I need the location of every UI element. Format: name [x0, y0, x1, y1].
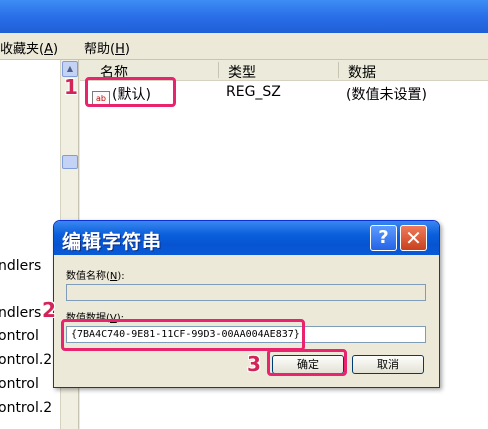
step-3-marker: 3	[247, 352, 261, 376]
column-header-data[interactable]: 数据	[348, 62, 376, 82]
value-data-cell: (数值未设置)	[346, 87, 427, 103]
step-2-marker: 2	[42, 298, 56, 322]
dialog-titlebar[interactable]: 编辑字符串 ? ✕	[54, 221, 439, 255]
window-titlebar	[0, 0, 488, 33]
help-button[interactable]: ?	[370, 225, 397, 251]
dialog-title: 编辑字符串	[62, 231, 163, 253]
tree-item[interactable]: ontrol.2	[0, 400, 52, 416]
close-button[interactable]: ✕	[400, 225, 427, 251]
menu-favorites[interactable]: 收藏夹(A)	[0, 38, 58, 57]
tree-item[interactable]: ontrol	[0, 328, 39, 344]
menu-bar: 收藏夹(A) 帮助(H)	[0, 33, 488, 60]
tree-item[interactable]: ndlers	[0, 305, 41, 321]
registry-tree: ndlers ndlers ontrol ontrol.2 ontrol ont…	[0, 60, 60, 429]
column-header-type[interactable]: 类型	[228, 62, 256, 82]
question-icon: ?	[378, 227, 389, 248]
column-separator[interactable]	[218, 62, 219, 78]
value-name-label: 数值名称(N):	[66, 271, 125, 282]
highlight-default-value	[85, 77, 176, 107]
step-1-marker: 1	[64, 75, 78, 99]
tree-item[interactable]: ndlers	[0, 258, 41, 274]
tree-item[interactable]: ontrol.2	[0, 352, 52, 368]
column-separator[interactable]	[338, 62, 339, 78]
highlight-ok-button	[267, 349, 347, 376]
menu-help[interactable]: 帮助(H)	[84, 38, 130, 57]
value-type-cell: REG_SZ	[226, 84, 281, 100]
tree-item[interactable]: ontrol	[0, 376, 39, 392]
highlight-value-data	[61, 319, 305, 351]
scrollbar-thumb[interactable]	[62, 155, 78, 169]
value-name-field[interactable]	[66, 284, 426, 301]
close-icon: ✕	[405, 226, 422, 250]
cancel-button[interactable]: 取消	[352, 355, 424, 374]
